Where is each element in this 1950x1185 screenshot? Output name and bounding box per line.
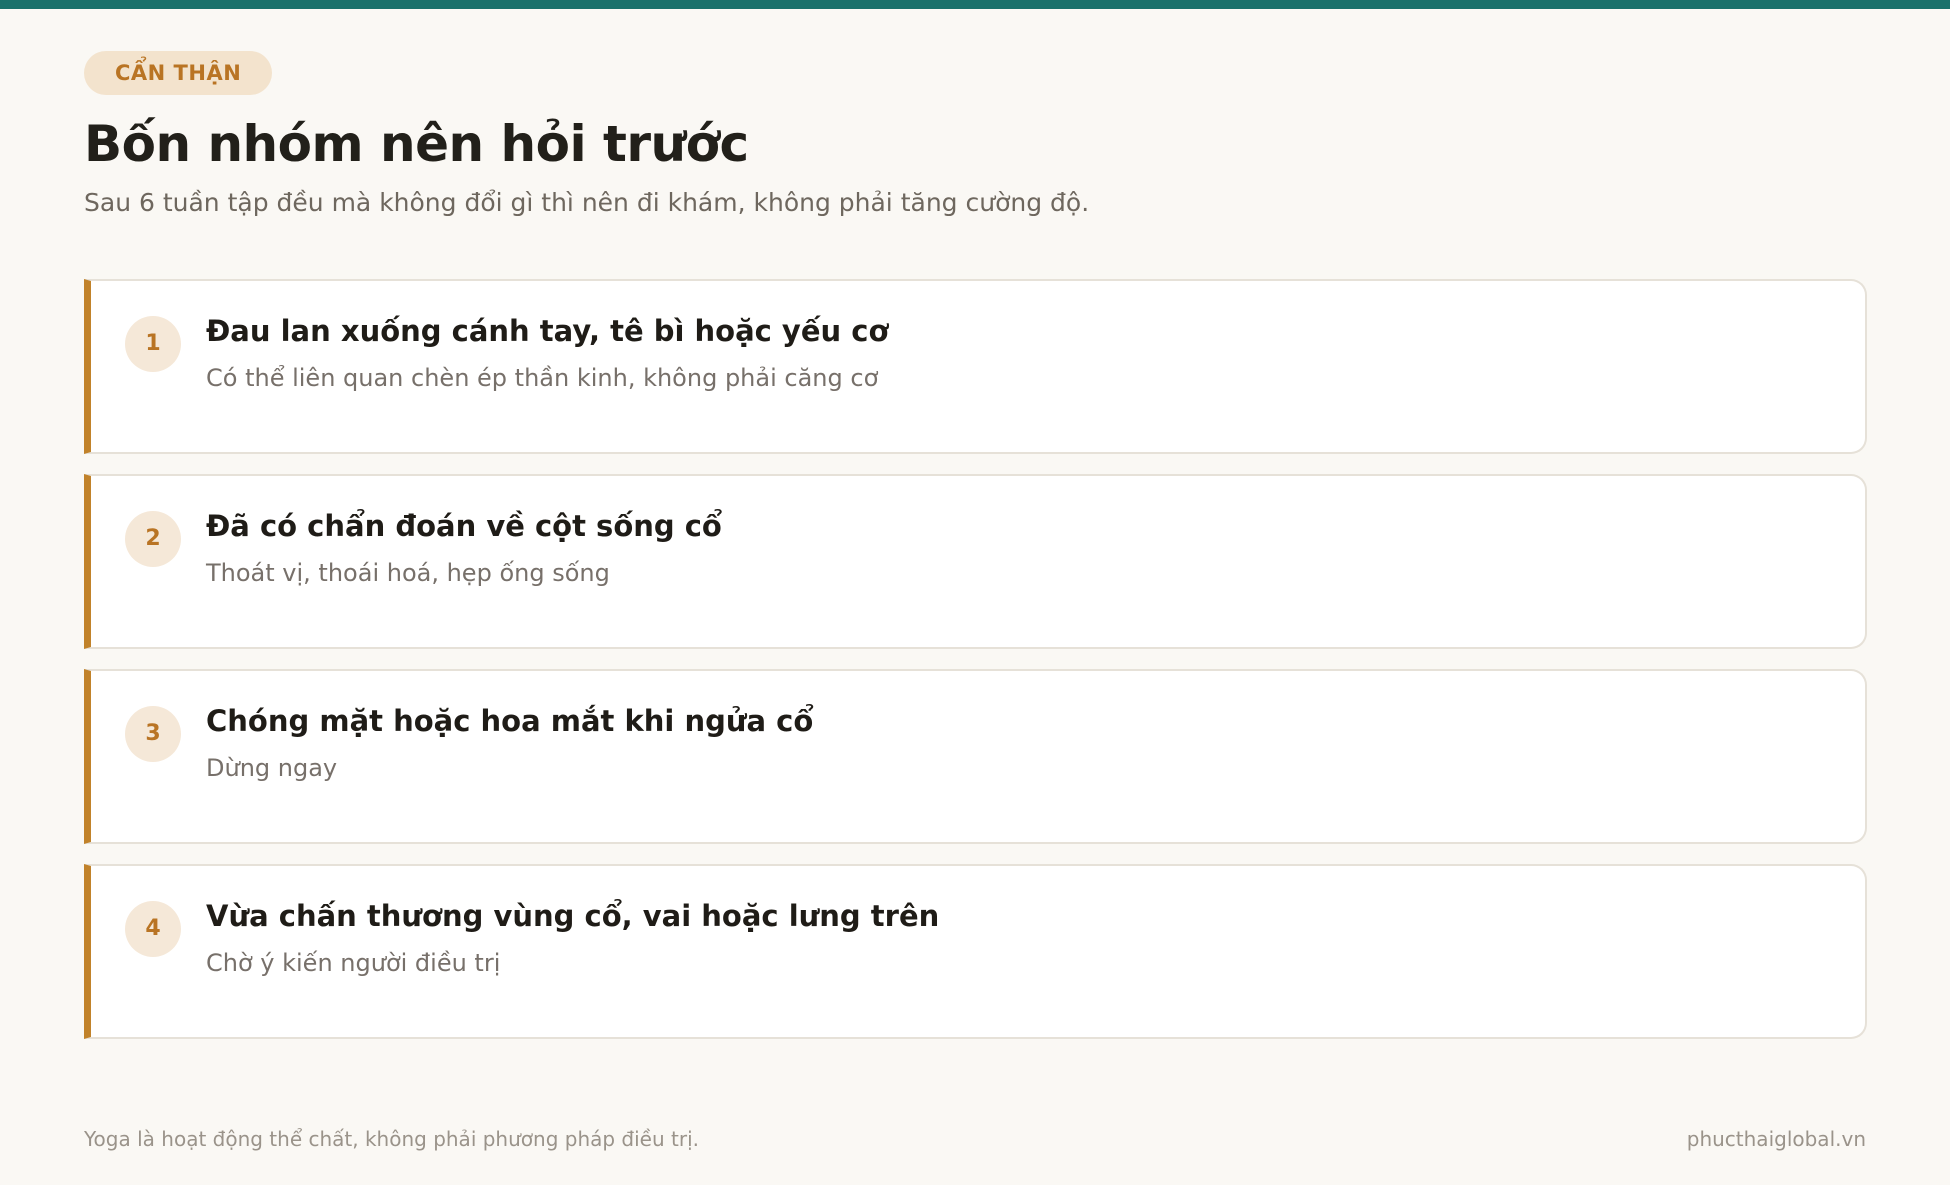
item-description: Chờ ý kiến người điều trị (206, 949, 501, 977)
item-description: Có thể liên quan chèn ép thần kinh, khôn… (206, 364, 879, 392)
footer-site: phucthaiglobal.vn (1686, 1127, 1866, 1151)
item-number-badge: 4 (125, 901, 181, 957)
item-title: Đau lan xuống cánh tay, tê bì hoặc yếu c… (206, 314, 889, 348)
list-item: 2 Đã có chẩn đoán về cột sống cổ Thoát v… (84, 474, 1867, 649)
top-accent-bar (0, 0, 1950, 9)
item-title: Đã có chẩn đoán về cột sống cổ (206, 509, 722, 543)
item-number-badge: 2 (125, 511, 181, 567)
item-number-badge: 3 (125, 706, 181, 762)
footer-disclaimer: Yoga là hoạt động thể chất, không phải p… (84, 1127, 699, 1151)
item-title: Chóng mặt hoặc hoa mắt khi ngửa cổ (206, 704, 814, 738)
list-item: 3 Chóng mặt hoặc hoa mắt khi ngửa cổ Dừn… (84, 669, 1867, 844)
item-description: Dừng ngay (206, 754, 338, 782)
caution-badge: CẨN THẬN (84, 51, 273, 95)
list-item: 4 Vừa chấn thương vùng cổ, vai hoặc lưng… (84, 864, 1867, 1039)
list-item: 1 Đau lan xuống cánh tay, tê bì hoặc yếu… (84, 279, 1867, 454)
item-title: Vừa chấn thương vùng cổ, vai hoặc lưng t… (206, 899, 940, 933)
page-title: Bốn nhóm nên hỏi trước (84, 115, 749, 173)
item-description: Thoát vị, thoái hoá, hẹp ống sống (206, 559, 610, 587)
page-subtitle: Sau 6 tuần tập đều mà không đổi gì thì n… (84, 188, 1090, 217)
item-number-badge: 1 (125, 316, 181, 372)
